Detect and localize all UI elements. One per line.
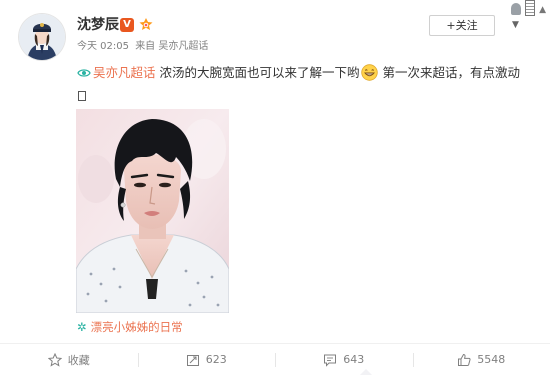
- favorite-label: 收藏: [67, 353, 90, 367]
- topic-tag[interactable]: ✲ 漂亮小姊姊的日常: [77, 320, 183, 334]
- thumbs-up-icon: [458, 353, 471, 366]
- sparkle-icon: ✲: [77, 320, 87, 334]
- avatar[interactable]: [19, 14, 65, 60]
- chevron-up-icon[interactable]: ▲: [539, 5, 546, 20]
- post-meta: 今天 02:05 来自 吴亦凡超话: [77, 41, 211, 53]
- favorite-button[interactable]: 收藏: [0, 344, 138, 375]
- action-bar: 收藏 623 643 5548: [0, 344, 550, 375]
- topic-tag-label[interactable]: 漂亮小姊姊的日常: [91, 320, 183, 334]
- weibo-post-card: ▲ 沈梦辰 V +关注 ▼ 今天 02:05 来自 吴亦凡超话 吴亦凡超话 浓汤…: [0, 0, 550, 375]
- bird-icon[interactable]: [511, 3, 522, 15]
- star-icon: [47, 352, 62, 367]
- username[interactable]: 沈梦辰: [77, 17, 119, 33]
- super-topic-icon: [77, 63, 91, 77]
- repost-count: 623: [205, 353, 227, 366]
- post-time[interactable]: 今天 02:05: [77, 41, 129, 52]
- verified-badge-icon[interactable]: V: [120, 18, 134, 32]
- post-photo[interactable]: [76, 109, 229, 313]
- comment-icon: [324, 354, 337, 367]
- like-count: 5548: [477, 353, 506, 366]
- like-button[interactable]: 5548: [412, 344, 550, 375]
- vip-badge-icon[interactable]: [138, 17, 154, 33]
- comment-caret: [360, 369, 372, 375]
- comment-button[interactable]: 643: [275, 344, 413, 375]
- repost-button[interactable]: 623: [137, 344, 276, 375]
- grin-emoji-icon: [360, 64, 378, 81]
- follow-button[interactable]: +关注: [429, 15, 495, 36]
- post-text-part2: 第一次来超话，有点激动: [382, 65, 521, 80]
- unknown-glyph-icon: [78, 91, 86, 101]
- ticket-icon[interactable]: [525, 0, 536, 16]
- corner-toolbar: ▲: [498, 0, 546, 20]
- post-source[interactable]: 来自 吴亦凡超话: [135, 41, 208, 52]
- topic-link[interactable]: 吴亦凡超话: [93, 65, 156, 80]
- post-body: 吴亦凡超话 浓汤的大腕宽面也可以来了解一下哟 第一次来超话，有点激动: [77, 61, 527, 107]
- repost-icon: [186, 354, 199, 366]
- chevron-down-icon[interactable]: ▼: [512, 20, 522, 30]
- post-text-part1: 浓汤的大腕宽面也可以来了解一下哟: [159, 65, 360, 80]
- comment-count: 643: [343, 353, 365, 366]
